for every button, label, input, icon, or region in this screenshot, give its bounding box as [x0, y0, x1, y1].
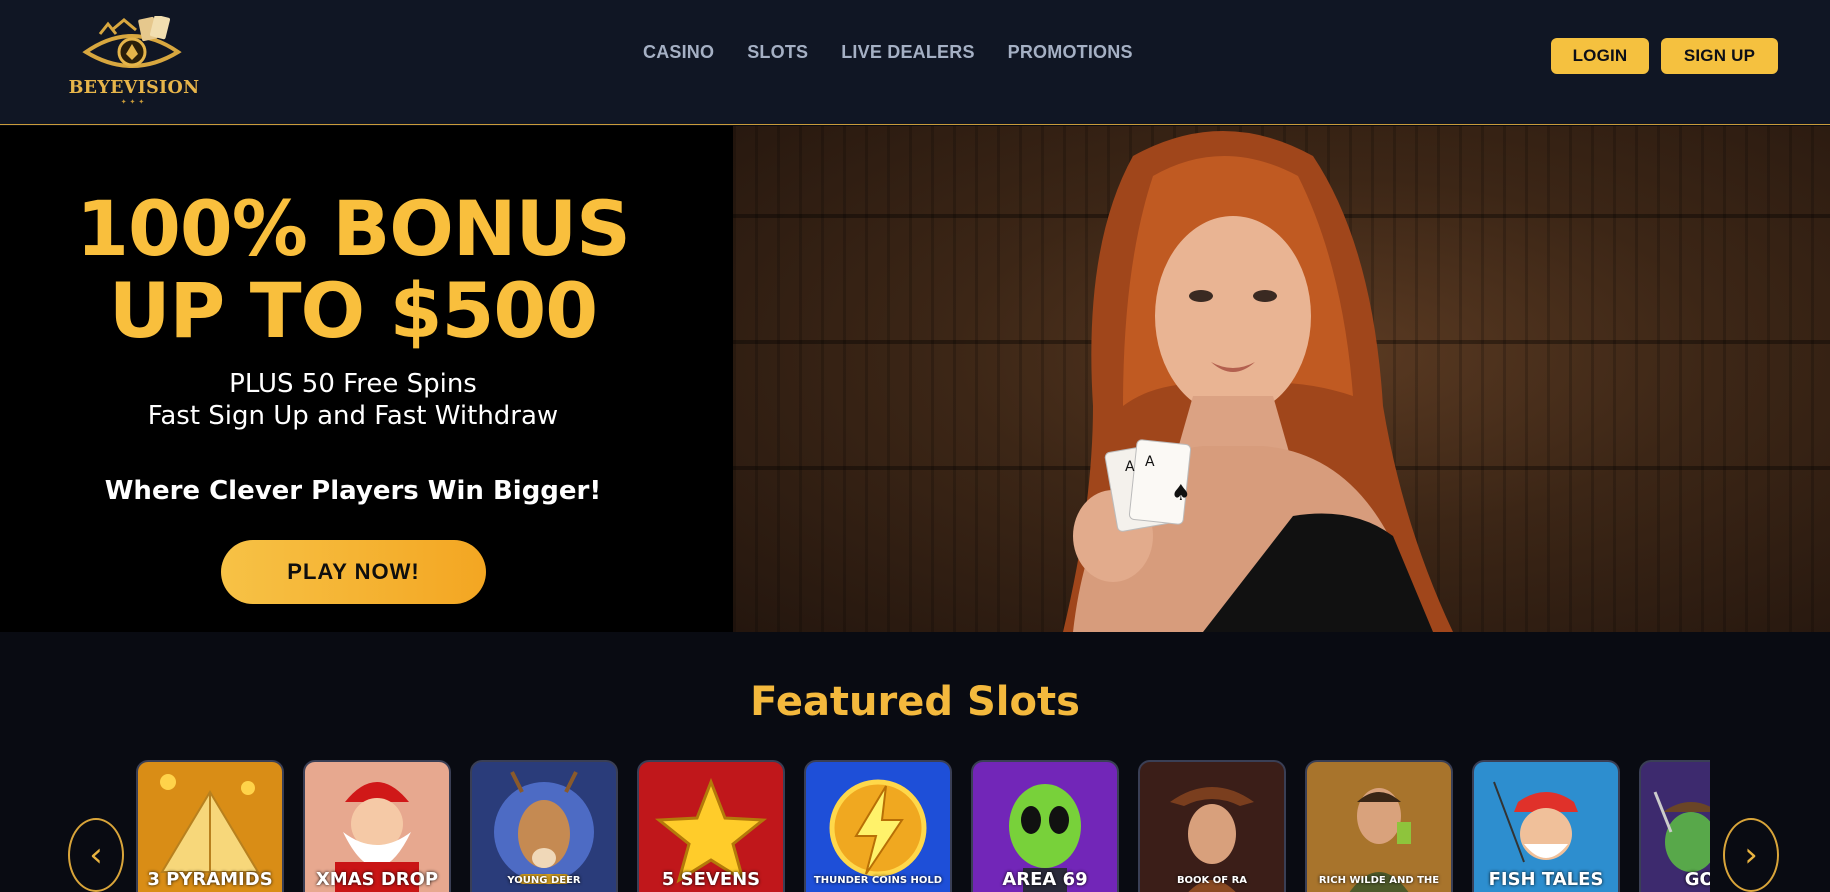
play-now-button[interactable]: PLAY NOW! [221, 540, 486, 604]
auth-buttons: LOGIN SIGN UP [1551, 38, 1778, 74]
slot-card[interactable]: 5 SEVENS [637, 760, 785, 892]
slot-title: 3 PYRAMIDS [147, 869, 273, 890]
svg-text:♠: ♠ [1171, 481, 1191, 506]
slot-title: YOUNG DEER [507, 875, 581, 886]
nav-item-live-dealers[interactable]: LIVE DEALERS [841, 42, 974, 63]
brand-wordmark: BEYEVISION [68, 78, 200, 98]
slot-title: 5 SEVENS [661, 869, 761, 890]
slot-title: BOOK OF RA [1176, 875, 1248, 886]
logo-stars-icon: ✦✦✦ [120, 98, 148, 106]
deer-icon [494, 771, 594, 884]
hero-subline1: PLUS 50 Free Spins [229, 369, 477, 399]
woman-with-cards-illustration: A A ♠ [1063, 131, 1453, 632]
carousel-next-button[interactable]: › [1723, 818, 1779, 892]
lightning-icon [829, 779, 927, 877]
slot-card[interactable]: BOOK OF RA [1138, 760, 1286, 892]
nav-item-slots[interactable]: SLOTS [747, 42, 808, 63]
hero-image: A A ♠ [733, 126, 1830, 632]
hero-subline2: Fast Sign Up and Fast Withdraw [147, 401, 559, 431]
slot-card[interactable]: AREA 69 [971, 760, 1119, 892]
slot-title: THUNDER COINS HOLD [813, 875, 943, 886]
slot-card[interactable]: XMAS DROP [303, 760, 451, 892]
slot-card[interactable]: 3 PYRAMIDS [136, 760, 284, 892]
site-header: BEYEVISION ✦✦✦ CASINO SLOTS LIVE DEALERS… [0, 0, 1830, 125]
slot-card[interactable]: FISH TALES [1472, 760, 1620, 892]
hero-banner: 100% BONUS UP TO $500 PLUS 50 Free Spins… [0, 126, 1830, 632]
explorer-icon [1170, 787, 1254, 892]
svg-text:A: A [1125, 459, 1135, 475]
signup-button[interactable]: SIGN UP [1661, 38, 1778, 74]
adventurer-icon [1349, 788, 1411, 892]
slots-carousel: 3 PYRAMIDS XMAS DROP YOUNG DEER 5 SEVENS [136, 760, 1710, 892]
slot-title: AREA 69 [1002, 869, 1088, 890]
brand-logo[interactable]: BEYEVISION ✦✦✦ [68, 6, 200, 106]
main-nav: CASINO SLOTS LIVE DEALERS PROMOTIONS [643, 42, 1133, 63]
hero-tagline: Where Clever Players Win Bigger! [104, 476, 602, 506]
hero-headline-line1: 100% BONUS [76, 184, 631, 273]
slot-title: XMAS DROP [315, 869, 439, 890]
login-button[interactable]: LOGIN [1551, 38, 1649, 74]
slot-title: RICH WILDE AND THE [1318, 875, 1440, 886]
svg-text:A: A [1145, 454, 1155, 470]
slot-title: FISH TALES [1488, 869, 1604, 890]
carousel-prev-button[interactable]: ‹ [68, 818, 124, 892]
slot-card[interactable]: THUNDER COINS HOLD [804, 760, 952, 892]
featured-slots-title: Featured Slots [750, 679, 1080, 725]
slot-card[interactable]: YOUNG DEER [470, 760, 618, 892]
eye-logo-icon [82, 16, 182, 68]
slot-card[interactable]: GOLD [1639, 760, 1710, 892]
hero-headline-line2: UP TO $500 [108, 266, 598, 355]
slot-card[interactable]: RICH WILDE AND THE [1305, 760, 1453, 892]
slot-title: GOLD [1684, 869, 1710, 890]
nav-item-promotions[interactable]: PROMOTIONS [1008, 42, 1133, 63]
hero-text-panel: 100% BONUS UP TO $500 PLUS 50 Free Spins… [0, 126, 733, 632]
nav-item-casino[interactable]: CASINO [643, 42, 714, 63]
